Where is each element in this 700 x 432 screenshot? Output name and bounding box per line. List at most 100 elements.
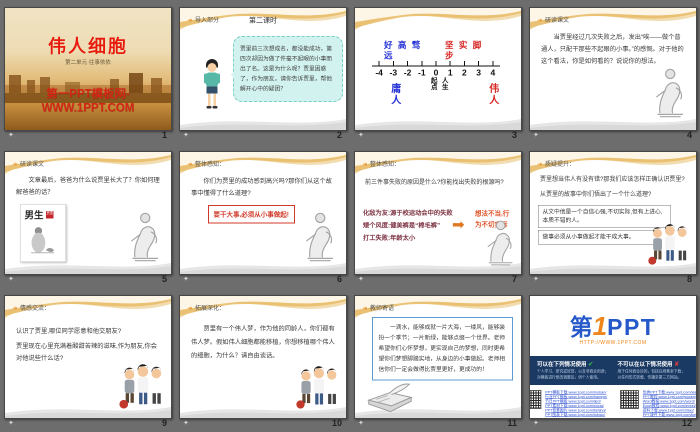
block-arrow-icon: ➡ bbox=[452, 216, 465, 234]
section-label: 教师寄语 bbox=[370, 304, 395, 312]
origin-labels: 起点 人生 bbox=[430, 77, 449, 90]
transition-star-icon: ✦ bbox=[358, 420, 364, 427]
allowed-line: 对模板进行修改调整后，供个人使用。 bbox=[537, 375, 601, 380]
qr-links-section: PPT模板下载:www.1ppt.com/moban/ 行业PPT模板:www.… bbox=[530, 390, 696, 417]
transition-star-icon: ✦ bbox=[183, 420, 189, 427]
site-link[interactable]: PPT图表下载:www.1ppt.com/tubiao/ bbox=[545, 413, 607, 418]
slide-cell-11: ➜ 教师寄语 一滴水，能够成就一片大海，一缕风，能够装扮一个季节；一片新绿，能够点… bbox=[350, 288, 525, 432]
transition-star-icon: ✦ bbox=[8, 276, 14, 283]
transition-star-icon: ✦ bbox=[533, 132, 539, 139]
ink-painting bbox=[31, 227, 54, 254]
slide-thumbnail-8[interactable]: ➜ 质疑提升： 贾里想当伟人有没有错?那我们应该怎样正确认识贾里? 从贾里的故事中… bbox=[529, 151, 697, 275]
section-label: 整体感知： bbox=[195, 160, 226, 168]
slide-thumbnail-11[interactable]: ➜ 教师寄语 一滴水，能够成就一片大海，一缕风，能够装扮一个季节；一片新绿，能够点… bbox=[354, 295, 522, 419]
slide-cell-10: ➜ 拓展深化： 贾里有一个伟人梦，作为他的同龄人，你们都有伟人梦。假如伟人细胞都能… bbox=[175, 288, 350, 432]
slide-number: 4 bbox=[686, 130, 692, 140]
transition-star-icon: ✦ bbox=[533, 276, 539, 283]
open-book-sketch bbox=[367, 383, 413, 413]
transition-star-icon: ✦ bbox=[183, 132, 189, 139]
slide-number: 7 bbox=[511, 274, 517, 284]
section-label: 拓展深化： bbox=[195, 304, 226, 312]
statue-sketch-illustration bbox=[306, 212, 333, 262]
arrow-icon: ➜ bbox=[12, 304, 18, 312]
question-text: 文章最后，爸爸为什么说贾里长大了？你如何理解爸爸的话？ bbox=[16, 176, 160, 196]
teacher-message-box: 一滴水，能够成就一片大海，一缕风，能够装扮一个季节；一片新绿，能够点缀一个世界。… bbox=[372, 317, 513, 381]
usage-terms-banner: 可以在下列情况使用 ✔ 个人学习、研究或欣赏，以及非商业用途； 对模板进行修改调… bbox=[530, 356, 696, 385]
arrow-icon: ➜ bbox=[187, 304, 193, 312]
slide-cell-8: ➜ 质疑提升： 贾里想当伟人有没有错?那我们应该怎样正确认识贾里? 从贾里的故事中… bbox=[525, 144, 700, 288]
slide-number: 9 bbox=[161, 418, 167, 428]
statue-sketch-illustration bbox=[487, 220, 513, 266]
slide-number: 2 bbox=[336, 130, 342, 140]
slide-cell-1: 伟人细胞 第二单元·往事依依 第一PPT模板网-WWW.1PPT.COM ✦ 1 bbox=[0, 0, 175, 144]
cross-icon: ✘ bbox=[674, 360, 680, 368]
slide-number: 8 bbox=[686, 274, 692, 284]
slide-number: 10 bbox=[331, 418, 342, 428]
slide-cell-6: ➜ 整体感知： 你们为贾里的成功感到高兴吗?那你们从这个故事中懂得了什么道理? 要… bbox=[175, 144, 350, 288]
slide-cell-7: ➜ 整体感知： 前三件事失败的原因是什么?你能找出失败的根源吗? 化敌为友:源于校… bbox=[350, 144, 525, 288]
slide-thumbnail-4[interactable]: ➜ 研读课文 当贾里经过几次失败之后，发出“唉——做个普通人，只配干那些不起眼的小… bbox=[529, 7, 697, 131]
transition-star-icon: ✦ bbox=[8, 420, 14, 427]
presentation-title: 伟人细胞 bbox=[47, 36, 128, 57]
slide-cell-12: 第1PPT HTTP://WWW.1PPT.COM 可以在下列情况使用 ✔ 个人… bbox=[525, 288, 700, 432]
slide-thumbnail-5[interactable]: ➜ 研读课文 文章最后，爸爸为什么说贾里长大了？你如何理解爸爸的话？ 男生 贾里 bbox=[4, 151, 172, 275]
label-jianshijiaobu: 坚 实 脚步 bbox=[445, 40, 483, 61]
slide-thumbnail-9[interactable]: ➜ 情感交流： 认识了贾里,哪位同学愿意和他交朋友? 贾里现在心里充满着酸甜苦辣的… bbox=[4, 295, 172, 419]
logo-url: HTTP://WWW.1PPT.COM bbox=[579, 340, 647, 346]
forbidden-line: 以任何形式转载、传播至第三方网站。 bbox=[617, 375, 682, 380]
slide-number: 6 bbox=[336, 274, 342, 284]
cartoon-boys-illustration bbox=[296, 366, 337, 409]
answer-box: 做事必须从小事做起才能干成大事。 bbox=[538, 230, 658, 245]
cause-item: 打工失败:年龄太小 bbox=[363, 234, 416, 242]
question-text: 贾里想当伟人有没有错?那我们应该怎样正确认识贾里? bbox=[540, 175, 685, 183]
transition-star-icon: ✦ bbox=[358, 132, 364, 139]
question-text: 你们为贾里的成功感到高兴吗?那你们从这个故事中懂得了什么道理? bbox=[191, 177, 332, 197]
arrow-icon: ➜ bbox=[187, 16, 193, 24]
watermark-text: 第一PPT模板网-WWW.1PPT.COM bbox=[41, 87, 135, 114]
slide-thumbnail-10[interactable]: ➜ 拓展深化： 贾里有一个伟人梦，作为他的同龄人，你们都有伟人梦。假如伟人细胞都能… bbox=[179, 295, 347, 419]
book-seal: 贾里 bbox=[46, 211, 54, 219]
slide-cell-4: ➜ 研读课文 当贾里经过几次失败之后，发出“唉——做个普通人，只配干那些不起眼的小… bbox=[525, 0, 700, 144]
statue-sketch-illustration bbox=[656, 68, 683, 118]
cause-item: 化敌为友:源于校运动会中的失败 bbox=[363, 209, 453, 217]
slide-number: 3 bbox=[511, 130, 517, 140]
presentation-subtitle: 第二单元·往事依依 bbox=[65, 59, 111, 66]
slide-thumbnail-1[interactable]: 伟人细胞 第二单元·往事依依 第一PPT模板网-WWW.1PPT.COM bbox=[4, 7, 172, 131]
arrow-icon: ➜ bbox=[537, 16, 543, 24]
arrow-icon: ➜ bbox=[12, 160, 18, 168]
label-haogaowuyuan: 好 高 骛远 bbox=[384, 40, 422, 61]
slide-thumbnail-3[interactable]: 好 高 骛远 坚 实 脚步 -4 -3 -2 -1 0 1 2 3 4 起点 人生 庸人 伟人 bbox=[354, 7, 522, 131]
speech-bubble: 贾里前三次想成名，都没能成功，第四次却因为做了件毫不起眼的小事而出了名。这是为什… bbox=[230, 36, 343, 102]
label-yongren: 庸人 bbox=[389, 83, 401, 106]
forbidden-line: 用于任何商业目的，包括在线售卖下载； bbox=[617, 369, 686, 374]
section-label: 情感交流： bbox=[20, 304, 51, 312]
qr-code bbox=[620, 390, 640, 409]
slide-thumbnail-7[interactable]: ➜ 整体感知： 前三件事失败的原因是什么?你能找出失败的根源吗? 化敌为友:源于校… bbox=[354, 151, 522, 275]
arrow-icon: ➜ bbox=[362, 304, 368, 312]
transition-star-icon: ✦ bbox=[183, 276, 189, 283]
question-text: 当贾里经过几次失败之后，发出“唉——做个普通人，只配干那些不起眼的小事。”的感慨… bbox=[541, 33, 684, 65]
slide-cell-2: 第二课时 ➜ 导入部分 贾里前三次想成名，都没能成功，第四次却因为做了件毫不起眼的… bbox=[175, 0, 350, 144]
site-links-left: PPT模板下载:www.1ppt.com/moban/ 行业PPT模板:www.… bbox=[545, 390, 607, 417]
site-link[interactable]: PPT课件下载:www.1ppt.com/kejian/ bbox=[643, 413, 696, 418]
slide-thumbnail-12[interactable]: 第1PPT HTTP://WWW.1PPT.COM 可以在下列情况使用 ✔ 个人… bbox=[529, 295, 697, 419]
section-label: 整体感知： bbox=[370, 160, 401, 168]
section-label: 质疑提升： bbox=[545, 160, 576, 168]
slide-thumbnail-6[interactable]: ➜ 整体感知： 你们为贾里的成功感到高兴吗?那你们从这个故事中懂得了什么道理? 要… bbox=[179, 151, 347, 275]
slide-cell-3: 好 高 骛远 坚 实 脚步 -4 -3 -2 -1 0 1 2 3 4 起点 人生 庸人 伟人 bbox=[350, 0, 525, 144]
cartoon-boys-illustration bbox=[119, 364, 162, 409]
number-line-ticks bbox=[372, 61, 500, 66]
label-weiren: 伟人 bbox=[487, 83, 499, 106]
cartoon-boys-illustration bbox=[648, 224, 687, 265]
question-text: 从贾里的故事中你们悟出了一个什么道理? bbox=[540, 190, 652, 198]
slide-sorter-grid: 伟人细胞 第二单元·往事依依 第一PPT模板网-WWW.1PPT.COM ✦ 1 bbox=[0, 0, 700, 432]
qr-code bbox=[530, 390, 542, 409]
section-label: 研读课文 bbox=[20, 160, 45, 168]
slide-cell-5: ➜研读课文 文章最后，爸爸为什么说贾里长大了？你如何理解爸爸的话？ 男生 贾里 bbox=[0, 144, 175, 288]
slide-thumbnail-2[interactable]: 第二课时 ➜ 导入部分 贾里前三次想成名，都没能成功，第四次却因为做了件毫不起眼的… bbox=[179, 7, 347, 131]
slide-number: 5 bbox=[161, 274, 167, 284]
key-point-box: 要干大事,必须从小事做起! bbox=[208, 205, 295, 224]
section-label: 导入部分 bbox=[195, 16, 220, 24]
book-title: 男生 bbox=[24, 210, 44, 222]
1ppt-logo: 第1PPT HTTP://WWW.1PPT.COM bbox=[530, 309, 696, 346]
